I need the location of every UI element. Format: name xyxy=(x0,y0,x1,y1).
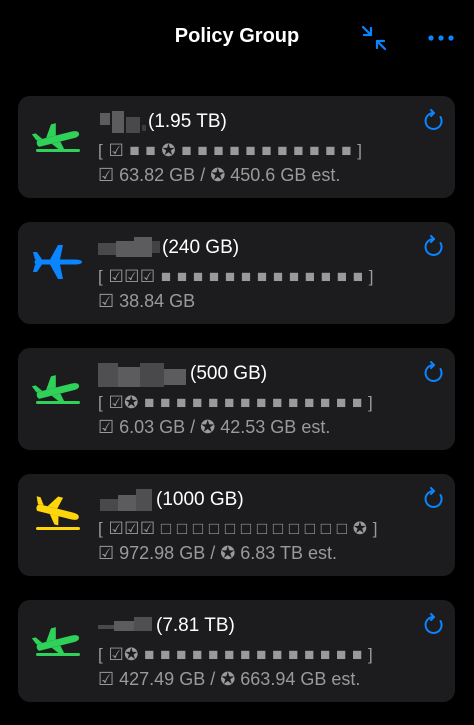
usage-stats: ☑ 38.84 GB xyxy=(98,291,196,311)
refresh-icon[interactable] xyxy=(422,109,446,133)
policy-card[interactable]: (1000 GB) [ ☑☑☑ □ □ □ □ □ □ □ □ □ □ □ □ … xyxy=(18,474,455,576)
airplane-icon xyxy=(33,245,82,279)
usage-stats: ☑ 427.49 GB / ✪ 663.94 GB est. xyxy=(98,669,361,689)
redacted-name xyxy=(98,111,146,133)
redacted-name xyxy=(98,363,188,387)
storage-size: (500 GB) xyxy=(190,363,268,384)
collapse-icon[interactable] xyxy=(360,24,388,52)
airplane-departure-icon xyxy=(32,375,80,404)
progress-bar: [ ☑ ■ ■ ✪ ■ ■ ■ ■ ■ ■ ■ ■ ■ ■ ■ ] xyxy=(98,141,363,160)
storage-size: (1.95 TB) xyxy=(148,111,227,132)
policy-card[interactable]: (500 GB) [ ☑✪ ■ ■ ■ ■ ■ ■ ■ ■ ■ ■ ■ ■ ■ … xyxy=(18,348,455,450)
storage-size: (240 GB) xyxy=(162,237,240,258)
nav-bar: Policy Group xyxy=(0,0,474,78)
airplane-arrival-icon xyxy=(36,496,80,530)
page-title: Policy Group xyxy=(174,25,300,47)
policy-card[interactable]: (1.95 TB) [ ☑ ■ ■ ✪ ■ ■ ■ ■ ■ ■ ■ ■ ■ ■ … xyxy=(18,96,455,198)
usage-stats: ☑ 6.03 GB / ✪ 42.53 GB est. xyxy=(98,417,331,437)
redacted-name xyxy=(98,489,154,511)
redacted-name xyxy=(98,237,160,259)
progress-bar: [ ☑✪ ■ ■ ■ ■ ■ ■ ■ ■ ■ ■ ■ ■ ■ ■ ] xyxy=(98,393,374,412)
airplane-departure-icon xyxy=(32,627,80,656)
usage-stats: ☑ 972.98 GB / ✪ 6.83 TB est. xyxy=(98,543,338,563)
policy-card[interactable]: (7.81 TB) [ ☑✪ ■ ■ ■ ■ ■ ■ ■ ■ ■ ■ ■ ■ ■… xyxy=(18,600,455,702)
progress-bar: [ ☑☑☑ ■ ■ ■ ■ ■ ■ ■ ■ ■ ■ ■ ■ ■ ] xyxy=(98,267,374,286)
progress-bar: [ ☑☑☑ □ □ □ □ □ □ □ □ □ □ □ □ ✪ ] xyxy=(98,519,378,538)
redacted-name xyxy=(98,615,154,637)
storage-size: (7.81 TB) xyxy=(156,615,235,636)
airplane-departure-icon xyxy=(32,123,80,152)
refresh-icon[interactable] xyxy=(422,613,446,637)
refresh-icon[interactable] xyxy=(422,361,446,385)
refresh-icon[interactable] xyxy=(422,487,446,511)
policy-card[interactable]: (240 GB) [ ☑☑☑ ■ ■ ■ ■ ■ ■ ■ ■ ■ ■ ■ ■ ■… xyxy=(18,222,455,324)
progress-bar: [ ☑✪ ■ ■ ■ ■ ■ ■ ■ ■ ■ ■ ■ ■ ■ ■ ] xyxy=(98,645,374,664)
refresh-icon[interactable] xyxy=(422,235,446,259)
usage-stats: ☑ 63.82 GB / ✪ 450.6 GB est. xyxy=(98,165,341,185)
storage-size: (1000 GB) xyxy=(156,489,244,510)
more-options-icon[interactable] xyxy=(425,26,457,50)
